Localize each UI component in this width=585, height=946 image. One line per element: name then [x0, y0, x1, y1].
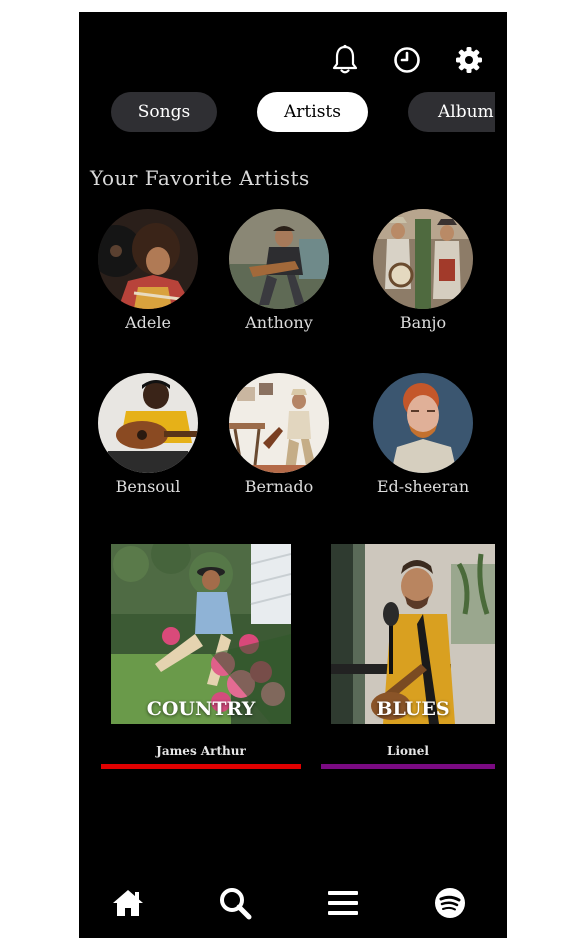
search-icon[interactable]	[218, 886, 252, 920]
tab-album[interactable]: Album	[408, 92, 495, 132]
genre-artist-name: James Arthur	[156, 744, 246, 758]
artist-item-bernado[interactable]: Bernado	[219, 373, 339, 496]
home-icon[interactable]	[111, 886, 145, 920]
artist-photo	[229, 373, 329, 473]
genre-artwork: COUNTRY	[111, 544, 291, 724]
artist-photo	[98, 373, 198, 473]
artist-item-bensoul[interactable]: Bensoul	[88, 373, 208, 496]
tab-artists[interactable]: Artists	[257, 92, 368, 132]
genre-accent-bar	[101, 764, 301, 769]
menu-icon[interactable]	[326, 886, 360, 920]
artist-photo	[373, 209, 473, 309]
app-screen: Songs Artists Album Your Favorite Artist…	[79, 12, 507, 938]
artist-name: Adele	[125, 313, 171, 332]
history-icon[interactable]	[391, 44, 423, 76]
artist-item-anthony[interactable]: Anthony	[219, 209, 339, 332]
artist-name: Bernado	[244, 477, 314, 496]
artist-name: Banjo	[399, 313, 447, 332]
artist-photo	[229, 209, 329, 309]
spotify-icon[interactable]	[433, 886, 467, 920]
artist-item-ed-sheeran[interactable]: Ed-sheeran	[363, 373, 483, 496]
artist-name: Ed-sheeran	[376, 477, 470, 496]
bell-icon[interactable]	[329, 44, 361, 76]
artist-photo	[98, 209, 198, 309]
genre-label: COUNTRY	[146, 698, 256, 720]
genre-card-blues[interactable]: BLUES Lionel	[321, 544, 495, 769]
artist-name: Anthony	[245, 313, 313, 332]
genre-card-country[interactable]: COUNTRY James Arthur	[101, 544, 301, 769]
section-title: Your Favorite Artists	[90, 166, 310, 190]
genre-label: BLUES	[376, 698, 450, 720]
tab-songs[interactable]: Songs	[111, 92, 217, 132]
artist-name: Bensoul	[115, 477, 181, 496]
artist-photo	[373, 373, 473, 473]
artist-item-banjo[interactable]: Banjo	[363, 209, 483, 332]
artist-item-adele[interactable]: Adele	[88, 209, 208, 332]
genre-artwork: BLUES	[331, 544, 495, 724]
gear-icon[interactable]	[453, 44, 485, 76]
genre-accent-bar	[321, 764, 495, 769]
genre-artist-name: Lionel	[387, 744, 429, 758]
